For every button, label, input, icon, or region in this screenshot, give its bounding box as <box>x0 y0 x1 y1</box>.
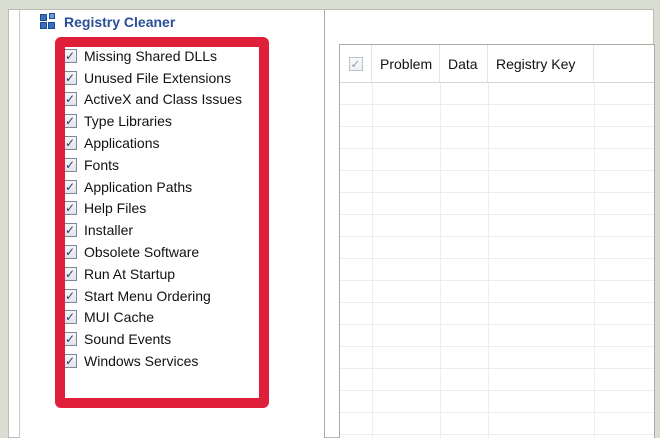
grid-row <box>340 369 654 391</box>
option-label: Windows Services <box>84 353 199 370</box>
option-checkbox[interactable]: ✓ <box>63 70 77 85</box>
option-checkbox[interactable]: ✓ <box>63 157 77 172</box>
grid-header: ✓ Problem Data Registry Key <box>340 45 654 83</box>
grid-row <box>340 391 654 413</box>
option-checkbox[interactable]: ✓ <box>63 223 77 238</box>
option-label: Run At Startup <box>84 265 176 282</box>
option-checkbox[interactable]: ✓ <box>63 92 77 107</box>
panel-title: Registry Cleaner <box>64 14 176 30</box>
option-label: Applications <box>84 135 160 152</box>
option-item[interactable]: ✓ Help Files <box>63 198 263 220</box>
column-header-registry-key[interactable]: Registry Key <box>488 45 594 82</box>
grid-body <box>340 83 654 438</box>
grid-row <box>340 347 654 369</box>
option-item[interactable]: ✓ ActiveX and Class Issues <box>63 89 263 111</box>
option-item[interactable]: ✓ Obsolete Software <box>63 241 263 263</box>
option-checkbox[interactable]: ✓ <box>63 201 77 216</box>
option-item[interactable]: ✓ Fonts <box>63 154 263 176</box>
grid-row <box>340 171 654 193</box>
option-item[interactable]: ✓ Installer <box>63 219 263 241</box>
option-checkbox[interactable]: ✓ <box>63 245 77 260</box>
results-grid: ✓ Problem Data Registry Key <box>339 44 655 438</box>
option-label: Type Libraries <box>84 113 172 130</box>
option-label: Installer <box>84 222 134 239</box>
option-item[interactable]: ✓ Application Paths <box>63 176 263 198</box>
grid-row <box>340 127 654 149</box>
option-label: Help Files <box>84 200 147 217</box>
option-label: Obsolete Software <box>84 244 200 261</box>
option-item[interactable]: ✓ Type Libraries <box>63 110 263 132</box>
option-checkbox[interactable]: ✓ <box>63 48 77 63</box>
grid-row <box>340 413 654 435</box>
option-item[interactable]: ✓ Sound Events <box>63 328 263 350</box>
option-label: ActiveX and Class Issues <box>84 91 242 108</box>
grid-row <box>340 325 654 347</box>
option-checkbox[interactable]: ✓ <box>63 288 77 303</box>
grid-row <box>340 149 654 171</box>
option-item[interactable]: ✓ Unused File Extensions <box>63 67 263 89</box>
app-window: Registry Cleaner ✓ Missing Shared DLLs ✓ Un… <box>8 9 655 438</box>
option-checkbox[interactable]: ✓ <box>63 354 77 369</box>
option-item[interactable]: ✓ Missing Shared DLLs <box>63 45 263 67</box>
option-label: Missing Shared DLLs <box>84 47 218 64</box>
grid-row <box>340 259 654 281</box>
option-item[interactable]: ✓ Applications <box>63 132 263 154</box>
grid-row <box>340 193 654 215</box>
option-label: Start Menu Ordering <box>84 287 211 304</box>
option-checkbox[interactable]: ✓ <box>63 310 77 325</box>
grid-row <box>340 303 654 325</box>
column-header-problem[interactable]: Problem <box>372 45 440 82</box>
option-checkbox[interactable]: ✓ <box>63 136 77 151</box>
cleaner-options-list: ✓ Missing Shared DLLs ✓ Unused File Extensi… <box>63 45 263 372</box>
option-label: MUI Cache <box>84 309 155 326</box>
registry-icon <box>40 13 58 30</box>
option-item[interactable]: ✓ Run At Startup <box>63 263 263 285</box>
option-checkbox[interactable]: ✓ <box>63 332 77 347</box>
option-item[interactable]: ✓ Windows Services <box>63 350 263 372</box>
option-item[interactable]: ✓ Start Menu Ordering <box>63 285 263 307</box>
option-label: Application Paths <box>84 178 193 195</box>
panel-header: Registry Cleaner <box>40 12 175 32</box>
option-checkbox[interactable]: ✓ <box>63 266 77 281</box>
grid-row <box>340 83 654 105</box>
option-label: Sound Events <box>84 331 172 348</box>
option-item[interactable]: ✓ MUI Cache <box>63 307 263 329</box>
option-checkbox[interactable]: ✓ <box>63 114 77 129</box>
option-label: Fonts <box>84 156 120 173</box>
grid-row <box>340 105 654 127</box>
grid-row <box>340 281 654 303</box>
option-label: Unused File Extensions <box>84 69 232 86</box>
column-header-data[interactable]: Data <box>440 45 488 82</box>
select-all-checkbox[interactable]: ✓ <box>340 45 372 82</box>
check-icon: ✓ <box>348 56 363 71</box>
grid-row <box>340 215 654 237</box>
grid-row <box>340 237 654 259</box>
option-checkbox[interactable]: ✓ <box>63 179 77 194</box>
